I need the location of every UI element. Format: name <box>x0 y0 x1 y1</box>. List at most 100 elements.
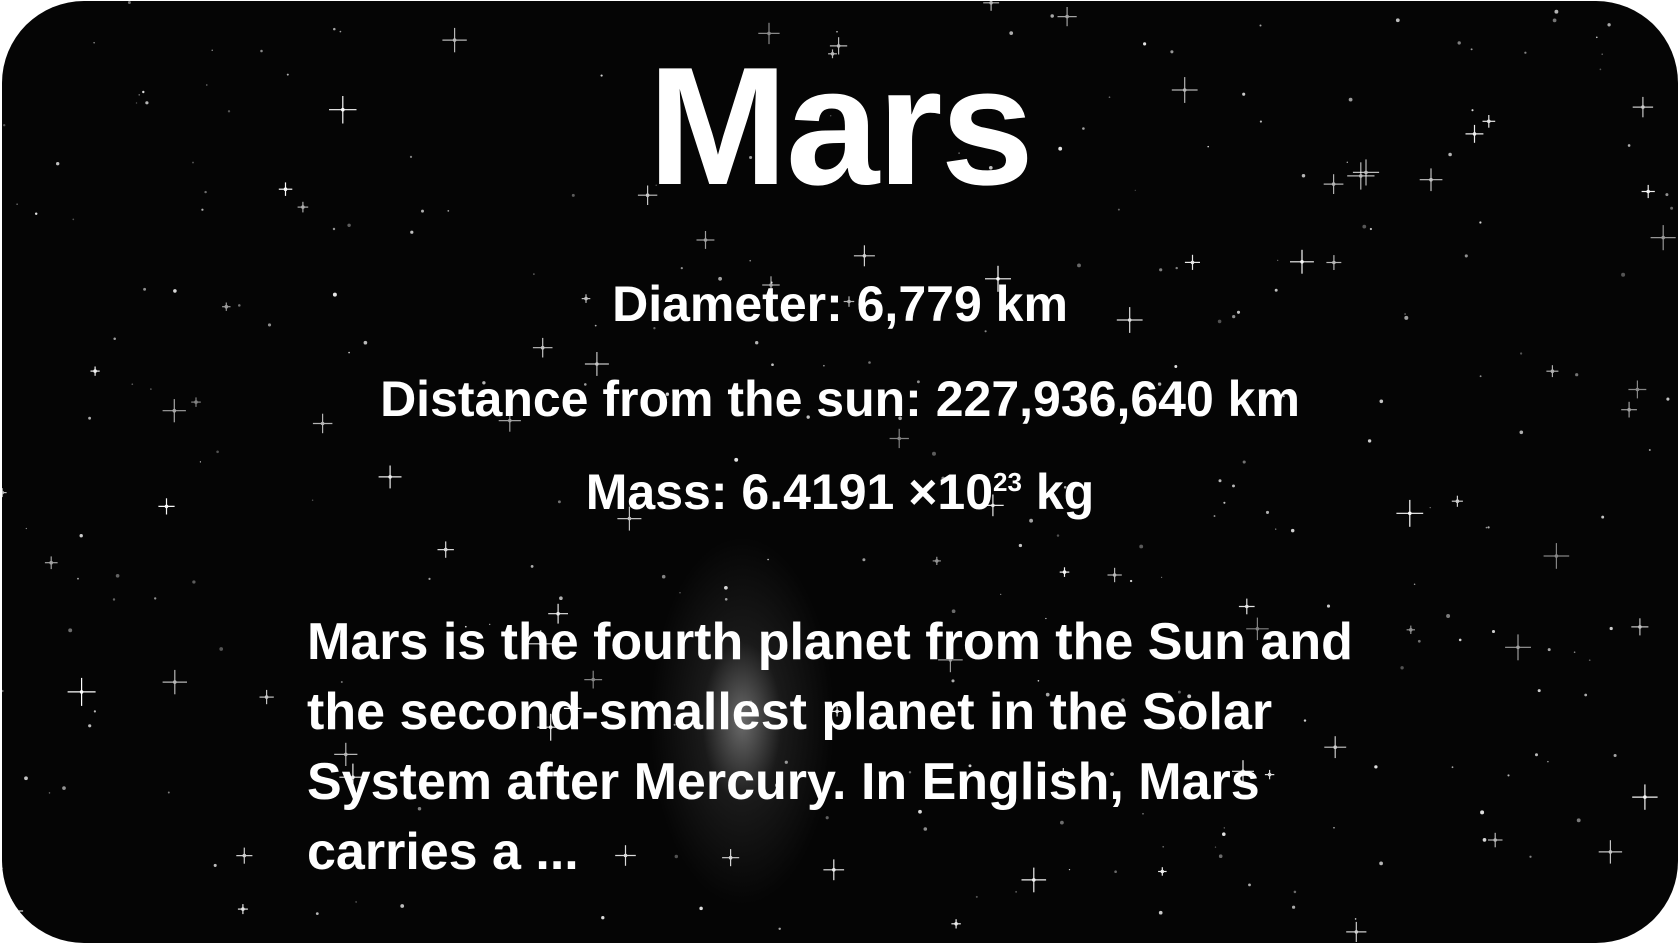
star-dot <box>755 341 759 345</box>
star-dot <box>680 266 683 270</box>
star-dot <box>778 927 781 931</box>
star-dot <box>1077 263 1081 268</box>
star-sparkle <box>1631 618 1649 636</box>
star-dot <box>1139 544 1144 549</box>
star-dot <box>1529 855 1532 858</box>
star-sparkle <box>2 899 24 923</box>
star-dot <box>1129 579 1133 583</box>
star-dot <box>823 364 825 367</box>
star-dot <box>72 218 75 221</box>
star-sparkle <box>951 919 961 929</box>
star-dot <box>79 534 83 538</box>
mass-stat: Mass: 6.4191 ×1023 kg <box>2 464 1678 528</box>
star-dot <box>77 577 79 580</box>
star-dot <box>1552 18 1557 23</box>
star-dot <box>530 565 534 568</box>
star-dot <box>1537 689 1541 693</box>
star-dot <box>1464 254 1468 258</box>
star-dot <box>533 273 535 275</box>
star-dot <box>25 527 27 530</box>
star-dot <box>1573 651 1576 654</box>
star-dot <box>112 598 116 601</box>
star-dot <box>1491 629 1496 634</box>
star-sparkle <box>1059 567 1070 577</box>
star-sparkle <box>259 689 274 705</box>
star-dot <box>1596 36 1598 39</box>
star-sparkle <box>1543 543 1570 569</box>
distance-stat: Distance from the sun: 227,936,640 km <box>380 371 1300 427</box>
star-dot <box>355 901 357 903</box>
star-dot <box>88 724 92 728</box>
star-sparkle <box>236 847 253 864</box>
star-dot <box>1609 626 1613 631</box>
star-dot <box>1648 449 1651 451</box>
star-sparkle <box>932 556 941 565</box>
star-dot <box>559 596 563 601</box>
star-sparkle <box>237 904 248 915</box>
description-text: Mars is the fourth planet from the Sun a… <box>307 613 1353 881</box>
mass-unit: kg <box>1021 464 1095 520</box>
star-dot <box>1056 534 1060 537</box>
star-dot <box>154 597 157 600</box>
star-sparkle <box>1184 254 1200 270</box>
star-sparkle <box>1107 567 1122 583</box>
star-dot <box>771 363 774 367</box>
star-dot <box>1479 221 1482 224</box>
star-dot <box>1446 614 1451 618</box>
star-dot <box>1458 638 1462 642</box>
star-dot <box>34 212 38 216</box>
star-sparkle <box>1650 225 1676 251</box>
star-dot <box>1395 18 1400 23</box>
mass-exponent: 23 <box>993 467 1022 497</box>
star-dot <box>1535 753 1538 757</box>
star-dot <box>167 791 170 794</box>
star-dot <box>601 916 605 920</box>
star-sparkle <box>1598 840 1623 864</box>
star-dot <box>1175 266 1178 270</box>
star-dot <box>1482 838 1487 842</box>
star-dot <box>1015 891 1017 893</box>
star-dot <box>1480 810 1485 815</box>
star-sparkle <box>67 677 96 706</box>
star-dot <box>113 337 116 340</box>
star-dot <box>93 710 97 713</box>
star-dot <box>315 912 319 915</box>
star-dot <box>216 450 219 454</box>
star-dot <box>1367 439 1372 443</box>
star-sparkle <box>162 669 187 695</box>
star-dot <box>1158 910 1163 915</box>
star-dot <box>1519 352 1523 355</box>
star-dot <box>347 223 351 228</box>
star-dot <box>1277 259 1279 262</box>
star-sparkle <box>853 245 875 267</box>
star-dot <box>1588 659 1591 662</box>
mass-value: Mass: 6.4191 ×10 <box>585 464 994 520</box>
star-dot <box>192 580 196 584</box>
star-sparkle <box>1488 832 1503 848</box>
star-dot <box>428 577 431 580</box>
star-dot <box>1293 890 1297 894</box>
star-dot <box>1159 268 1163 272</box>
star-sparkle <box>696 231 715 249</box>
star-dot <box>1507 774 1510 777</box>
star-dot <box>68 628 73 633</box>
star-dot <box>1547 648 1551 652</box>
star-sparkle <box>1290 249 1314 274</box>
star-dot <box>127 1 131 4</box>
star-dot <box>975 895 978 898</box>
star-sparkle <box>1326 255 1342 270</box>
star-dot <box>333 27 336 31</box>
star-sparkle <box>983 1 1000 11</box>
star-dot <box>1451 766 1454 769</box>
star-sparkle <box>532 337 553 358</box>
star-dot <box>734 457 739 462</box>
star-dot <box>1275 528 1277 530</box>
star-dot <box>2 689 4 693</box>
star-sparkle <box>44 556 58 570</box>
star-dot <box>2 867 4 870</box>
star-dot <box>1354 918 1357 920</box>
star-sparkle <box>889 428 909 449</box>
star-dot <box>1369 227 1373 231</box>
star-dot <box>1000 593 1002 596</box>
star-dot <box>1259 24 1262 27</box>
